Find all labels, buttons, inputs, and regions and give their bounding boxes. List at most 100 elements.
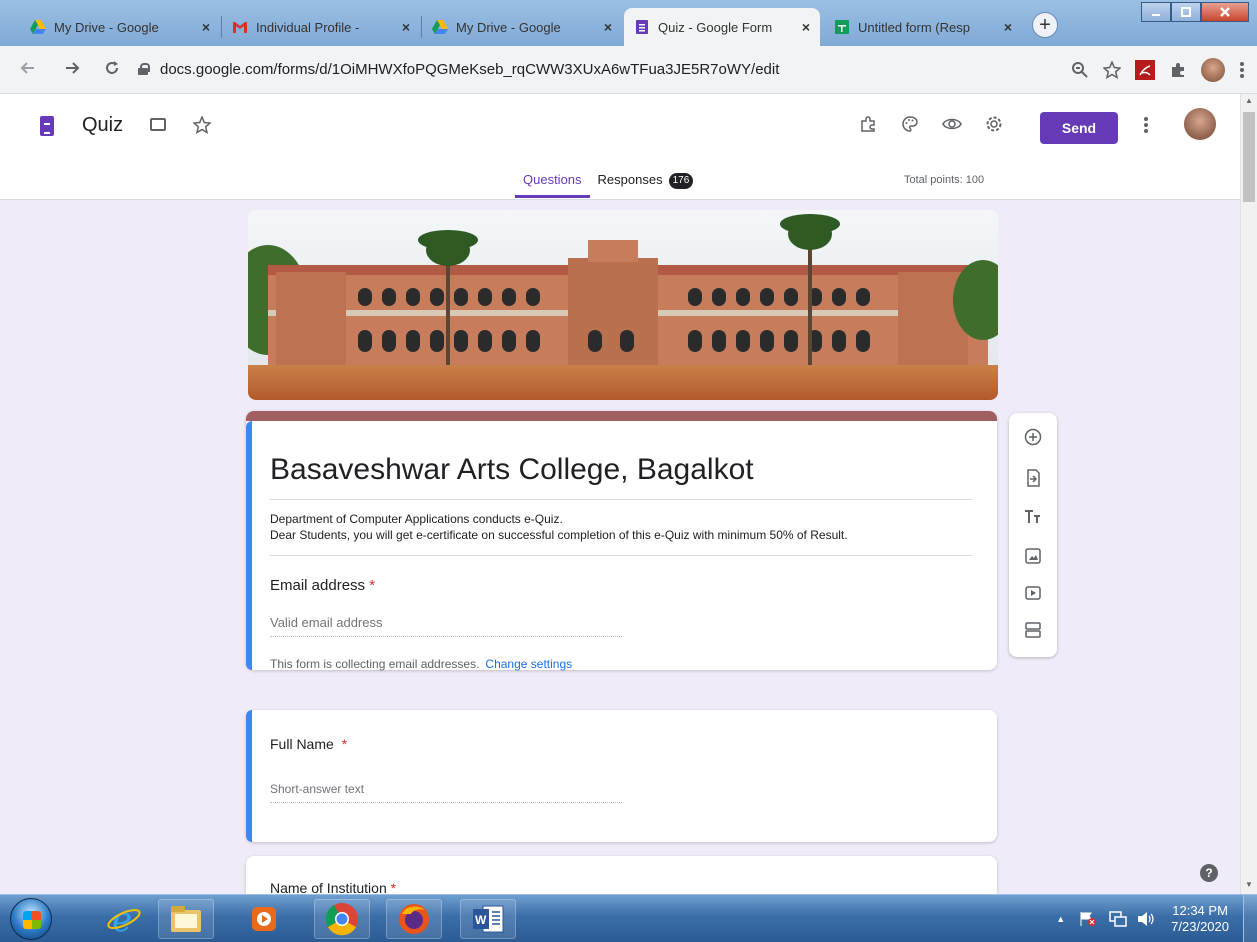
close-icon[interactable]: × <box>802 19 810 35</box>
description-line: Dear Students, you will get e-certificat… <box>270 528 848 542</box>
svg-text:W: W <box>475 913 487 927</box>
browser-tab-strip: My Drive - Google × Individual Profile -… <box>0 0 1257 46</box>
total-points: Total points: 100 <box>904 174 985 186</box>
volume-icon[interactable] <box>1137 911 1155 927</box>
short-answer-field[interactable]: Short-answer text <box>270 782 622 803</box>
extensions-puzzle-icon[interactable] <box>1169 61 1187 79</box>
question-toolbar <box>1009 413 1057 657</box>
google-forms-logo-icon[interactable] <box>40 116 54 136</box>
add-video-icon[interactable] <box>1021 581 1045 605</box>
clock-time: 12:34 PM <box>1172 903 1228 918</box>
question-text: Email address <box>270 577 366 594</box>
close-icon[interactable]: × <box>202 19 210 35</box>
star-icon[interactable] <box>193 116 211 134</box>
minimize-icon <box>1152 14 1160 16</box>
add-image-icon[interactable] <box>1021 544 1045 568</box>
forward-arrow-icon[interactable] <box>62 58 82 78</box>
form-description[interactable]: Department of Computer Applications cond… <box>270 511 848 543</box>
windows-taskbar: e W ▲ 12:34 PM 7/23/2020 <box>0 894 1257 942</box>
internet-explorer-icon[interactable]: e <box>96 899 152 939</box>
google-forms-icon <box>636 20 648 34</box>
header-tools <box>856 112 1006 136</box>
browser-tab-active[interactable]: Quiz - Google Form × <box>624 8 820 46</box>
help-icon[interactable]: ? <box>1200 864 1218 882</box>
google-sheets-icon <box>835 20 849 34</box>
bookmark-star-icon[interactable] <box>1103 61 1121 79</box>
close-icon[interactable]: × <box>604 19 612 35</box>
add-question-icon[interactable] <box>1021 425 1045 449</box>
start-button[interactable] <box>10 898 52 940</box>
browser-tab-title: Untitled form (Resp <box>858 19 970 35</box>
tab-responses-label: Responses <box>597 172 663 187</box>
zoom-icon[interactable] <box>1071 61 1089 79</box>
word-icon[interactable]: W <box>460 899 516 939</box>
maximize-button[interactable] <box>1171 2 1201 22</box>
tab-questions-label: Questions <box>523 172 582 187</box>
action-center-flag-icon[interactable] <box>1079 911 1097 927</box>
required-asterisk: * <box>369 577 376 594</box>
scroll-down-arrow-icon[interactable]: ▼ <box>1245 880 1253 889</box>
form-title-card[interactable]: Basaveshwar Arts College, Bagalkot Depar… <box>246 411 997 671</box>
page-scrollbar[interactable]: ▲ ▼ <box>1240 94 1257 894</box>
firefox-icon[interactable] <box>386 899 442 939</box>
minimize-button[interactable] <box>1141 2 1171 22</box>
preview-eye-icon[interactable] <box>940 112 964 136</box>
windows-logo-icon <box>23 911 41 929</box>
lock-icon <box>138 63 150 75</box>
reload-icon[interactable] <box>102 58 122 78</box>
browser-tab[interactable]: My Drive - Google × <box>422 8 622 46</box>
maximize-icon <box>1181 7 1191 17</box>
add-ons-puzzle-icon[interactable] <box>856 112 880 136</box>
responses-count-badge: 176 <box>668 173 694 189</box>
google-drive-icon <box>432 20 448 34</box>
file-explorer-icon[interactable] <box>158 899 214 939</box>
account-avatar[interactable] <box>1184 108 1216 140</box>
palette-icon[interactable] <box>898 112 922 136</box>
back-arrow-icon[interactable] <box>18 58 38 78</box>
change-settings-link[interactable]: Change settings <box>485 657 572 671</box>
network-icon[interactable] <box>1109 911 1127 927</box>
google-drive-icon <box>30 20 46 34</box>
form-title[interactable]: Basaveshwar Arts College, Bagalkot <box>270 453 754 487</box>
close-icon[interactable]: × <box>1004 19 1012 35</box>
svg-text:e: e <box>112 901 132 937</box>
email-question-label: Email address * <box>270 577 375 594</box>
show-hidden-icons-icon[interactable]: ▲ <box>1056 914 1065 924</box>
scroll-up-arrow-icon[interactable]: ▲ <box>1245 96 1253 105</box>
close-window-icon <box>1220 7 1230 17</box>
collect-note-text: This form is collecting email addresses. <box>270 657 480 671</box>
send-button[interactable]: Send <box>1040 112 1118 144</box>
profile-avatar[interactable] <box>1201 58 1225 82</box>
move-to-folder-icon[interactable] <box>150 118 166 131</box>
system-clock[interactable]: 12:34 PM 7/23/2020 <box>1171 903 1229 935</box>
settings-gear-icon[interactable] <box>982 112 1006 136</box>
email-input[interactable]: Valid email address <box>270 615 622 637</box>
more-options-icon[interactable] <box>1143 116 1149 134</box>
scrollbar-thumb[interactable] <box>1243 112 1255 202</box>
close-icon[interactable]: × <box>402 19 410 35</box>
browser-tab-title: Individual Profile - <box>256 19 360 35</box>
form-header-image <box>248 210 998 400</box>
chrome-icon[interactable] <box>314 899 370 939</box>
show-desktop-button[interactable] <box>1243 895 1257 942</box>
browser-menu-icon[interactable] <box>1239 61 1245 79</box>
question-card[interactable]: Full Name * Short-answer text <box>246 710 997 842</box>
pdf-extension-icon[interactable] <box>1135 60 1155 80</box>
browser-tab[interactable]: My Drive - Google × <box>20 8 220 46</box>
browser-tab[interactable]: Individual Profile - × <box>222 8 420 46</box>
add-section-icon[interactable] <box>1021 618 1045 642</box>
media-player-icon[interactable] <box>236 899 292 939</box>
document-title[interactable]: Quiz <box>82 114 123 137</box>
question-label: Full Name * <box>270 736 347 752</box>
add-title-description-icon[interactable] <box>1021 505 1045 529</box>
import-questions-icon[interactable] <box>1021 466 1045 490</box>
close-window-button[interactable] <box>1201 2 1249 22</box>
new-tab-button[interactable]: + <box>1032 12 1058 38</box>
tab-questions[interactable]: Questions <box>515 172 590 198</box>
tab-responses[interactable]: Responses 176 <box>590 172 702 197</box>
question-text: Full Name <box>270 736 334 752</box>
browser-tab-title: Quiz - Google Form <box>658 19 773 35</box>
url-field[interactable]: docs.google.com/forms/d/1OiMHWXfoPQGMeKs… <box>138 54 998 84</box>
browser-tab[interactable]: Untitled form (Resp × <box>824 8 1022 46</box>
browser-tab-title: My Drive - Google <box>456 19 561 35</box>
